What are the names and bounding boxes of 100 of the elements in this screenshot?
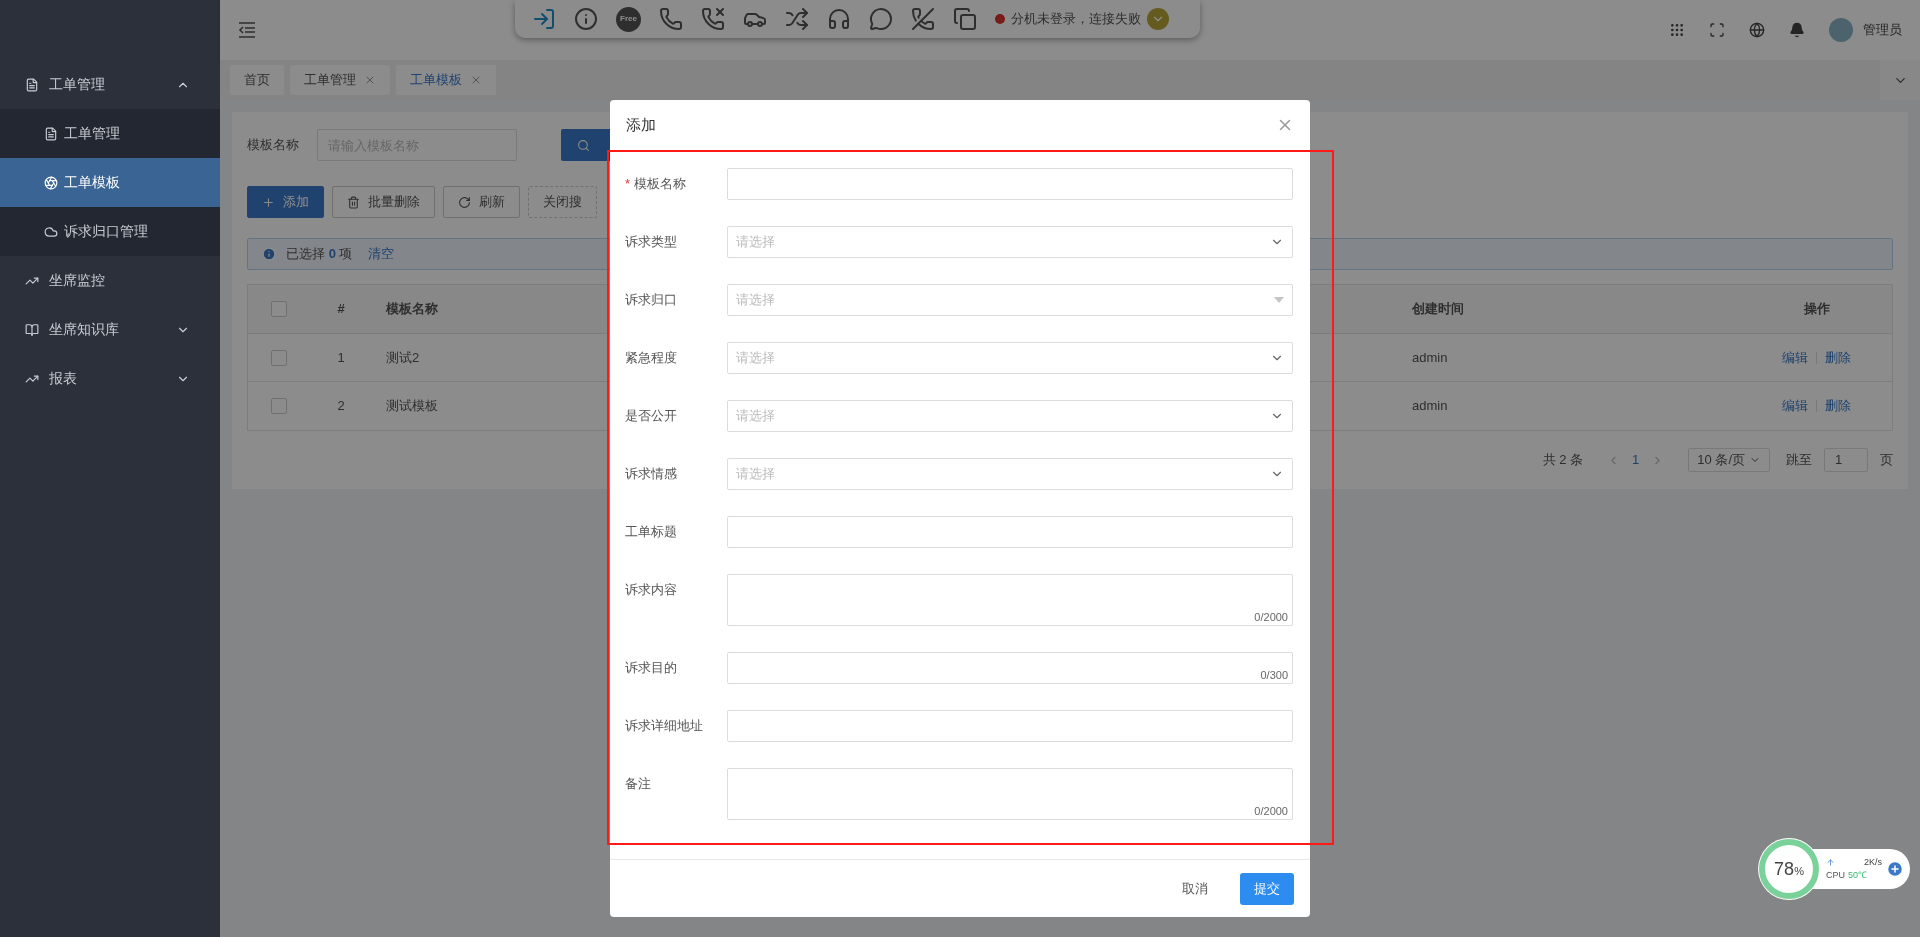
field-label: 备注 xyxy=(625,775,652,793)
plus-icon xyxy=(262,195,275,209)
header-checkbox[interactable] xyxy=(271,301,287,317)
row-action-link[interactable]: 编辑 xyxy=(1782,396,1808,416)
text-area[interactable]: 0/2000 xyxy=(727,768,1293,820)
sidebar-subitem[interactable]: 诉求归口管理 xyxy=(0,207,220,256)
document-icon xyxy=(44,126,58,141)
memory-percent: 78% xyxy=(1774,857,1804,881)
close-icon[interactable] xyxy=(364,74,376,86)
filter-label: 模板名称 xyxy=(247,136,300,155)
table-cell: 测试2 xyxy=(386,349,420,365)
column-header: 模板名称 xyxy=(386,301,438,317)
text-area[interactable]: 0/2000 xyxy=(727,574,1293,626)
login-icon[interactable] xyxy=(532,7,556,31)
field-label: 紧急程度 xyxy=(625,349,678,367)
submit-button[interactable]: 提交 xyxy=(1240,872,1294,905)
toolbar-button[interactable]: 刷新 xyxy=(443,186,520,218)
table-cell-text: admin xyxy=(1411,397,1449,416)
text-field[interactable] xyxy=(727,710,1293,742)
trash-icon xyxy=(347,195,360,209)
sidebar-item[interactable]: 坐席知识库 xyxy=(0,305,220,354)
field-label: 诉求归口 xyxy=(625,291,678,309)
menu-fold-icon[interactable] xyxy=(238,22,256,38)
toolbar-button[interactable]: 关闭搜 xyxy=(528,186,597,218)
clear-link[interactable]: 清空 xyxy=(368,244,395,264)
cancel-button[interactable]: 取消 xyxy=(1170,872,1220,905)
headphones-icon[interactable] xyxy=(827,7,851,31)
character-counter: 0/300 xyxy=(1260,667,1288,683)
table-cell-text: 1 xyxy=(336,348,346,367)
field-label: 诉求类型 xyxy=(625,233,678,251)
cpu-temperature: 50℃ xyxy=(1848,869,1868,882)
book-icon xyxy=(25,322,39,337)
cpu-label: CPU xyxy=(1826,869,1845,882)
aperture-icon xyxy=(44,175,58,190)
column-header: 创建时间 xyxy=(1411,300,1465,319)
table-cell-text: admin xyxy=(1411,348,1449,367)
page-tab[interactable]: 工单管理 xyxy=(290,65,390,95)
table-cell-text: 2 xyxy=(336,397,346,416)
character-counter: 0/2000 xyxy=(1254,803,1288,819)
character-counter: 0/2000 xyxy=(1254,609,1288,625)
row-checkbox[interactable] xyxy=(271,398,287,414)
close-icon[interactable] xyxy=(470,74,482,86)
field-label: 诉求详细地址 xyxy=(625,717,704,735)
field-label: 是否公开 xyxy=(625,407,678,425)
apps-grid-icon[interactable] xyxy=(1669,22,1685,38)
add-icon[interactable] xyxy=(1886,860,1904,878)
sidebar-item[interactable]: 报表 xyxy=(0,354,220,403)
search-icon xyxy=(577,138,590,152)
fullscreen-icon[interactable] xyxy=(1709,22,1725,38)
upload-arrow-icon xyxy=(1826,858,1835,867)
cloud-icon xyxy=(44,224,58,239)
status-text: 分机未登录，连接失败 xyxy=(1011,10,1141,29)
jump-page-field[interactable]: 1 xyxy=(1824,448,1868,472)
info-icon[interactable] xyxy=(574,7,598,31)
page-number[interactable]: 1 xyxy=(1632,450,1640,470)
page-unit: 页 xyxy=(1880,451,1893,470)
selection-count: 已选择 0 项 xyxy=(286,245,353,264)
notification-icon[interactable] xyxy=(1789,22,1805,38)
row-action-link[interactable]: 编辑 xyxy=(1782,347,1808,368)
dropdown-button[interactable] xyxy=(1147,8,1169,30)
total-count: 共 2 条 xyxy=(1542,451,1584,470)
field-label: * 模板名称 xyxy=(625,175,688,193)
phone-off-icon[interactable] xyxy=(911,7,935,31)
sidebar-subitem[interactable]: 工单模板 xyxy=(0,158,220,207)
network-speed: 2K/s xyxy=(1864,856,1882,869)
field-label: 诉求情感 xyxy=(625,465,678,483)
sidebar-item[interactable]: 坐席监控 xyxy=(0,256,220,305)
shuffle-icon[interactable] xyxy=(785,7,809,31)
text-field[interactable] xyxy=(727,168,1293,200)
field-label: 诉求目的 xyxy=(625,659,678,677)
row-checkbox[interactable] xyxy=(271,349,287,366)
sidebar-subitem[interactable]: 工单管理 xyxy=(0,109,220,158)
copy-icon[interactable] xyxy=(953,7,977,31)
jump-label: 跳至 xyxy=(1786,451,1812,470)
text-area[interactable]: 0/300 xyxy=(727,652,1293,684)
page-tab[interactable]: 工单模板 xyxy=(396,65,496,95)
dialog-title: 添加 xyxy=(626,114,656,135)
user-name[interactable]: 管理员 xyxy=(1863,20,1902,40)
page-size-select[interactable]: 10 条/页 xyxy=(1688,448,1770,472)
info-icon xyxy=(262,247,276,261)
toolbar-button[interactable]: 批量删除 xyxy=(332,186,435,218)
toolbar-button[interactable]: 添加 xyxy=(247,186,324,218)
column-header: # xyxy=(336,300,346,319)
free-status-icon[interactable]: Free xyxy=(616,6,641,32)
page-tab[interactable]: 首页 xyxy=(230,65,284,95)
phone-icon[interactable] xyxy=(659,7,683,31)
chat-icon[interactable] xyxy=(869,7,893,31)
text-field[interactable] xyxy=(727,516,1293,548)
avatar[interactable] xyxy=(1829,18,1853,42)
phone-hangup-icon[interactable] xyxy=(701,7,725,31)
table-cell: 测试模板 xyxy=(386,398,438,414)
refresh-icon xyxy=(458,195,471,209)
sidebar-item[interactable]: 工单管理 xyxy=(0,60,220,109)
column-header: 操作 xyxy=(1802,300,1831,319)
row-action-link[interactable]: 删除 xyxy=(1825,347,1851,368)
row-action-link[interactable]: 删除 xyxy=(1825,396,1851,416)
globe-icon[interactable] xyxy=(1749,22,1765,38)
document-icon xyxy=(25,77,39,92)
field-label: 诉求内容 xyxy=(625,581,678,599)
field-label: 工单标题 xyxy=(625,523,678,541)
